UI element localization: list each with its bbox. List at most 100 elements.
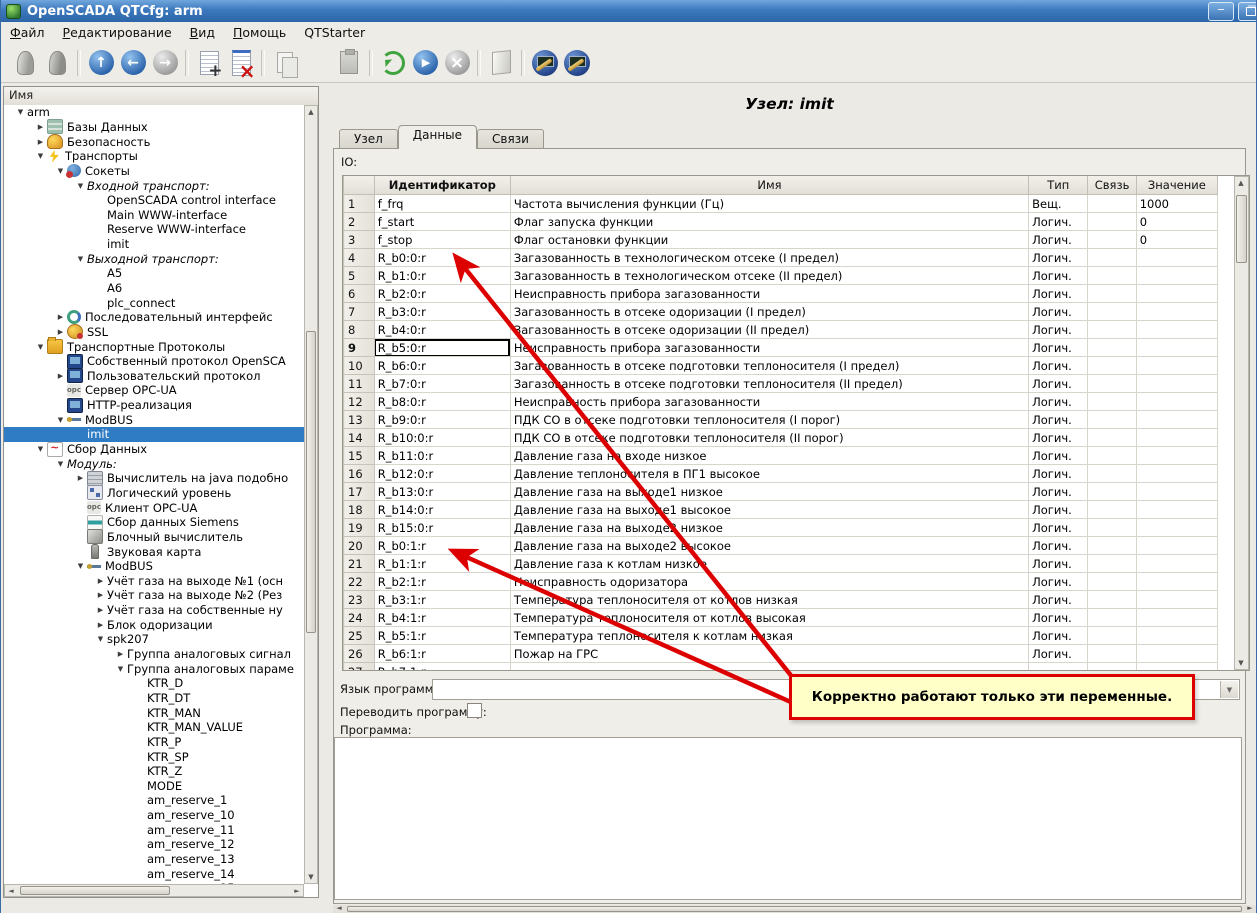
panel-horizontal-scrollbar[interactable]: ◄ ► xyxy=(333,905,1256,913)
id-cell[interactable]: R_b6:0:r xyxy=(374,357,510,375)
row-number-cell[interactable]: 25 xyxy=(344,627,375,645)
type-cell[interactable]: Логич. xyxy=(1029,267,1088,285)
name-cell[interactable]: Загазованность в отсеке одоризации (I пр… xyxy=(510,303,1028,321)
value-cell[interactable] xyxy=(1136,303,1217,321)
id-cell[interactable]: R_b5:0:r xyxy=(374,339,510,357)
scroll-down-icon[interactable]: ▼ xyxy=(1235,657,1247,669)
col-header-num[interactable] xyxy=(344,176,375,195)
id-cell[interactable]: R_b11:0:r xyxy=(374,447,510,465)
tree-item[interactable]: ▶Учёт газа на собственные ну xyxy=(4,603,304,618)
tree-item[interactable]: Логический уровень xyxy=(4,486,304,501)
id-cell[interactable]: R_b1:0:r xyxy=(374,267,510,285)
value-cell[interactable]: 0 xyxy=(1136,213,1217,231)
name-cell[interactable]: Температура теплоносителя к котлам низка… xyxy=(510,627,1028,645)
type-cell[interactable]: Логич. xyxy=(1029,573,1088,591)
menu-item[interactable]: Вид xyxy=(181,23,224,42)
id-cell[interactable]: R_b3:0:r xyxy=(374,303,510,321)
type-cell[interactable] xyxy=(1029,663,1088,671)
link-cell[interactable] xyxy=(1088,555,1136,573)
name-cell[interactable]: Давление газа на выходе1 высокое xyxy=(510,501,1028,519)
id-cell[interactable]: R_b3:1:r xyxy=(374,591,510,609)
type-cell[interactable]: Логич. xyxy=(1029,375,1088,393)
name-cell[interactable]: Неисправность прибора загазованности xyxy=(510,339,1028,357)
expanded-arrow-icon[interactable]: ▼ xyxy=(14,108,27,116)
name-cell[interactable]: Температура теплоносителя от котлов низк… xyxy=(510,591,1028,609)
value-cell[interactable] xyxy=(1136,483,1217,501)
collapsed-arrow-icon[interactable]: ▶ xyxy=(94,606,107,614)
scroll-up-icon[interactable]: ▲ xyxy=(305,106,317,118)
row-number-cell[interactable]: 18 xyxy=(344,501,375,519)
translate-program-checkbox[interactable] xyxy=(467,703,482,718)
row-number-cell[interactable]: 14 xyxy=(344,429,375,447)
tab-inactive[interactable]: Узел xyxy=(339,129,398,149)
tree-item[interactable]: ▼Группа аналоговых параме xyxy=(4,661,304,676)
tree-item[interactable]: am_reserve_1 xyxy=(4,793,304,808)
tree-item[interactable]: am_reserve_13 xyxy=(4,852,304,867)
value-cell[interactable] xyxy=(1136,393,1217,411)
scroll-thumb[interactable] xyxy=(306,331,316,633)
id-cell[interactable]: R_b15:0:r xyxy=(374,519,510,537)
chevron-down-icon[interactable]: ▼ xyxy=(1220,681,1238,698)
type-cell[interactable]: Логич. xyxy=(1029,537,1088,555)
link-cell[interactable] xyxy=(1088,609,1136,627)
value-cell[interactable] xyxy=(1136,555,1217,573)
tree-item[interactable]: ▼arm xyxy=(4,105,304,120)
link-cell[interactable] xyxy=(1088,285,1136,303)
name-cell[interactable]: Давление газа к котлам низкое xyxy=(510,555,1028,573)
id-cell[interactable]: R_b0:1:r xyxy=(374,537,510,555)
link-cell[interactable] xyxy=(1088,573,1136,591)
value-cell[interactable] xyxy=(1136,411,1217,429)
name-cell[interactable] xyxy=(510,663,1028,671)
tree-item[interactable]: Сбор данных Siemens xyxy=(4,515,304,530)
type-cell[interactable]: Логич. xyxy=(1029,213,1088,231)
tree-item[interactable]: ▼Выходной транспорт: xyxy=(4,251,304,266)
row-number-cell[interactable]: 5 xyxy=(344,267,375,285)
expanded-arrow-icon[interactable]: ▼ xyxy=(54,416,67,424)
link-cell[interactable] xyxy=(1088,231,1136,249)
link-cell[interactable] xyxy=(1088,465,1136,483)
expanded-arrow-icon[interactable]: ▼ xyxy=(34,343,47,351)
id-cell[interactable]: R_b4:0:r xyxy=(374,321,510,339)
col-header-type[interactable]: Тип xyxy=(1029,176,1088,195)
id-cell[interactable]: R_b2:0:r xyxy=(374,285,510,303)
col-header-link[interactable]: Связь xyxy=(1088,176,1136,195)
tree-item[interactable]: HTTP-реализация xyxy=(4,398,304,413)
row-number-cell[interactable]: 11 xyxy=(344,375,375,393)
name-cell[interactable]: Неисправность прибора загазованности xyxy=(510,393,1028,411)
id-cell[interactable]: f_frq xyxy=(374,195,510,213)
collapsed-arrow-icon[interactable]: ▶ xyxy=(94,621,107,629)
name-cell[interactable]: Температура теплоносителя от котлов высо… xyxy=(510,609,1028,627)
row-number-cell[interactable]: 26 xyxy=(344,645,375,663)
id-cell[interactable]: R_b0:0:r xyxy=(374,249,510,267)
collapsed-arrow-icon[interactable]: ▶ xyxy=(54,313,67,321)
tree-item[interactable]: ▼Транспорты xyxy=(4,149,304,164)
id-cell[interactable]: R_b13:0:r xyxy=(374,483,510,501)
row-number-cell[interactable]: 12 xyxy=(344,393,375,411)
forward-button[interactable] xyxy=(149,47,181,79)
type-cell[interactable]: Логич. xyxy=(1029,627,1088,645)
col-header-id[interactable]: Идентификатор xyxy=(374,176,510,195)
tree-item[interactable]: Reserve WWW-interface xyxy=(4,222,304,237)
value-cell[interactable] xyxy=(1136,573,1217,591)
tree-item[interactable]: am_reserve_10 xyxy=(4,808,304,823)
id-cell[interactable]: R_b5:1:r xyxy=(374,627,510,645)
type-cell[interactable]: Логич. xyxy=(1029,357,1088,375)
value-cell[interactable] xyxy=(1136,267,1217,285)
row-number-cell[interactable]: 13 xyxy=(344,411,375,429)
name-cell[interactable]: ПДК СО в отсеке подготовки теплоносителя… xyxy=(510,429,1028,447)
tree-item[interactable]: KTR_SP xyxy=(4,749,304,764)
link-cell[interactable] xyxy=(1088,591,1136,609)
row-number-cell[interactable]: 16 xyxy=(344,465,375,483)
name-cell[interactable]: Давление теплоносителя в ПГ1 высокое xyxy=(510,465,1028,483)
row-number-cell[interactable]: 2 xyxy=(344,213,375,231)
value-cell[interactable] xyxy=(1136,609,1217,627)
name-cell[interactable]: Неисправность прибора загазованности xyxy=(510,285,1028,303)
name-cell[interactable]: Давление газа на входе низкое xyxy=(510,447,1028,465)
tree-item[interactable]: ▶Базы Данных xyxy=(4,120,304,135)
id-cell[interactable]: R_b8:0:r xyxy=(374,393,510,411)
name-cell[interactable]: Флаг запуска функции xyxy=(510,213,1028,231)
minimize-button[interactable]: ─ xyxy=(1208,2,1234,21)
id-cell[interactable]: R_b10:0:r xyxy=(374,429,510,447)
id-cell[interactable]: R_b9:0:r xyxy=(374,411,510,429)
tree-item[interactable]: ▼Сокеты xyxy=(4,164,304,179)
